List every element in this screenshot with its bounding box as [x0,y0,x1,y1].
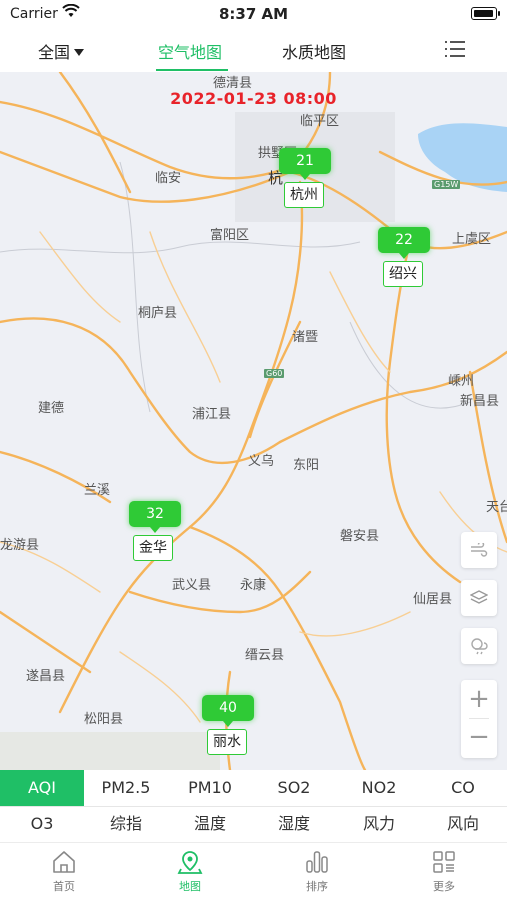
home-icon [51,849,77,875]
place-label: 仙居县 [413,592,453,607]
tab-label: 更多 [433,880,455,893]
road-shield: G15W [432,180,461,189]
place-label: 临安 [155,171,182,186]
status-bar: Carrier 8:37 AM [0,0,507,28]
road-shield: G60 [264,369,285,378]
pollutant-selector: AQI PM2.5 PM10 SO2 NO2 CO O3 综指 温度 湿度 风力… [0,770,507,842]
aqi-value: 32 [129,501,181,533]
place-label: 临平区 [300,114,340,129]
city-label: 金华 [133,535,173,561]
place-label: 永康 [240,578,267,593]
pollutant-pm10[interactable]: PM10 [168,770,252,806]
region-selector[interactable]: 全国 [38,39,85,63]
tab-label: 首页 [53,880,75,893]
place-label: 德清县 [213,76,253,91]
place-label: 新昌县 [460,394,500,409]
wind-icon[interactable] [461,532,497,568]
tab-water-map[interactable]: 水质地图 [282,39,346,63]
pollutant-pm25[interactable]: PM2.5 [84,770,168,806]
place-label: 磐安县 [340,529,380,544]
top-nav: 全国 空气地图 水质地图 [0,30,507,72]
pollutant-o3[interactable]: O3 [0,806,84,842]
place-label: 建德 [38,401,65,416]
tab-label: 地图 [179,880,201,893]
place-label: 上虞区 [452,232,492,247]
place-label: 缙云县 [245,648,285,663]
place-label: 遂昌县 [26,669,66,684]
place-label: 义乌 [248,454,275,469]
layers-icon[interactable] [461,580,497,616]
pollutant-humidity[interactable]: 湿度 [252,806,336,842]
pollutant-temperature[interactable]: 温度 [168,806,252,842]
map-base-layer [0,72,507,770]
aqi-value: 21 [279,148,331,180]
place-label: 天台 [486,500,507,515]
tab-more[interactable]: 更多 [414,849,474,894]
pollutant-wind-direction[interactable]: 风向 [421,806,505,842]
pollutant-composite-index[interactable]: 综指 [84,806,168,842]
pollutant-co[interactable]: CO [421,770,505,806]
city-label: 丽水 [207,729,247,755]
aqi-value: 22 [378,227,430,259]
place-label: 东阳 [293,458,320,473]
city-label: 绍兴 [383,261,423,287]
place-label: 武义县 [172,578,212,593]
map-pin-icon [177,849,203,875]
place-label: 富阳区 [210,228,250,243]
place-label: 桐庐县 [138,306,178,321]
active-tab-indicator [156,69,228,71]
place-label: 浦江县 [192,407,232,422]
list-menu-icon[interactable] [445,40,465,58]
pollutant-aqi[interactable]: AQI [0,770,84,806]
battery-icon [471,7,500,20]
tab-ranking[interactable]: 排序 [287,849,347,894]
zoom-in-icon[interactable]: + [461,680,497,718]
place-label: 诸暨 [292,330,319,345]
tab-map[interactable]: 地图 [160,849,220,894]
bottom-tab-bar: 首页 地图 排序 更多 [0,842,507,900]
weather-icon[interactable] [461,628,497,664]
clock: 8:37 AM [218,5,289,23]
aqi-value: 40 [202,695,254,727]
city-label: 杭州 [284,182,324,208]
pollutant-no2[interactable]: NO2 [337,770,421,806]
ranking-bars-icon [304,849,330,875]
place-label: 龙游县 [0,538,40,553]
air-quality-map[interactable]: 2022-01-23 08:00 德清县 临平区 拱墅区 杭 临安 富阳区 上虞… [0,72,507,770]
place-label: 嵊州 [448,374,475,389]
pollutant-wind-force[interactable]: 风力 [337,806,421,842]
tab-home[interactable]: 首页 [34,849,94,894]
map-datetime: 2022-01-23 08:00 [170,89,337,108]
zoom-control: + − [461,680,497,758]
place-label: 松阳县 [84,712,124,727]
region-label: 全国 [38,43,71,62]
pollutant-so2[interactable]: SO2 [252,770,336,806]
caret-down-icon [74,48,85,56]
zoom-out-icon[interactable]: − [461,718,497,756]
place-label: 兰溪 [84,483,111,498]
grid-more-icon [431,849,457,875]
tab-label: 排序 [306,880,328,893]
tab-air-map[interactable]: 空气地图 [158,39,222,63]
